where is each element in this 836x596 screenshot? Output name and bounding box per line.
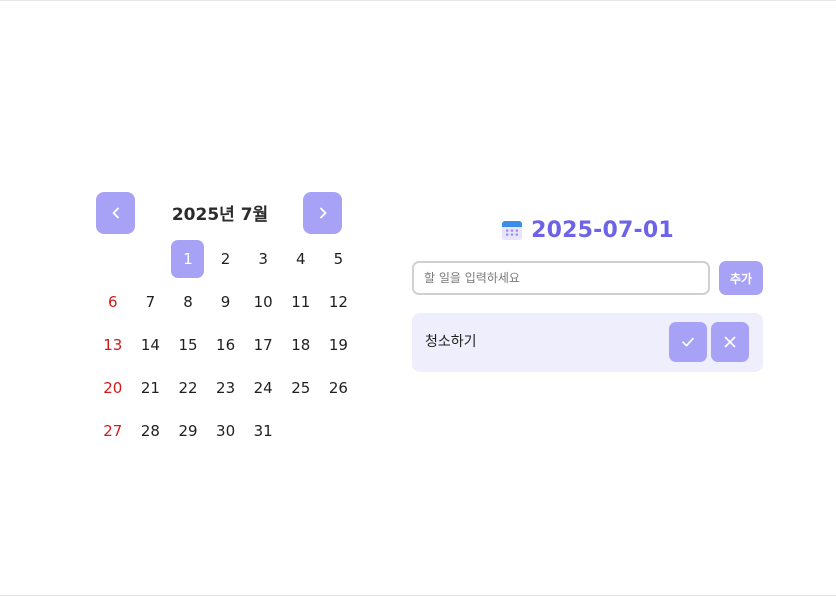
day-cell: 20: [94, 369, 132, 412]
day-number[interactable]: 22: [171, 369, 204, 407]
selected-day[interactable]: 1: [171, 240, 205, 278]
day-number[interactable]: 19: [322, 326, 355, 364]
day-number[interactable]: 5: [322, 240, 355, 278]
day-cell: 13: [94, 326, 132, 369]
day-cell: 26: [320, 369, 358, 412]
day-cell: 5: [320, 240, 358, 283]
day-cell: 7: [132, 283, 170, 326]
chevron-right-icon: [319, 207, 326, 219]
day-number[interactable]: 31: [247, 412, 280, 450]
day-cell: 16: [207, 326, 245, 369]
day-cell: 8: [169, 283, 207, 326]
day-number[interactable]: 27: [96, 412, 129, 450]
day-number[interactable]: 15: [171, 326, 204, 364]
day-cell: 1: [169, 240, 207, 283]
calendar-grid: 1 2 3 4 5 6 7 8 9 10 11 12 13 14 15 16 17 18 19 20 21 22 23 24 2…: [94, 240, 358, 455]
day-cell: 4: [282, 240, 320, 283]
day-cell: 28: [132, 412, 170, 455]
day-number[interactable]: 29: [171, 412, 204, 450]
day-cell: 19: [320, 326, 358, 369]
calendar-icon: [502, 221, 523, 240]
day-number[interactable]: 17: [247, 326, 280, 364]
todo-input[interactable]: [412, 261, 710, 295]
day-number[interactable]: 25: [284, 369, 317, 407]
day-cell: 25: [282, 369, 320, 412]
add-button[interactable]: 추가: [719, 261, 763, 295]
empty-day-cell: [94, 240, 132, 283]
day-number[interactable]: 24: [247, 369, 280, 407]
day-cell: 31: [244, 412, 282, 455]
day-number[interactable]: 26: [322, 369, 355, 407]
day-number[interactable]: 21: [134, 369, 167, 407]
day-number[interactable]: 6: [96, 283, 129, 321]
day-cell: 15: [169, 326, 207, 369]
chevron-left-icon: [112, 207, 119, 219]
day-cell: 9: [207, 283, 245, 326]
prev-month-button[interactable]: [96, 192, 135, 234]
day-cell: 2: [207, 240, 245, 283]
day-cell: 6: [94, 283, 132, 326]
next-month-button[interactable]: [303, 192, 342, 234]
day-cell: 17: [244, 326, 282, 369]
day-number[interactable]: 3: [247, 240, 280, 278]
delete-button[interactable]: [711, 322, 749, 362]
day-number[interactable]: 20: [96, 369, 129, 407]
day-number[interactable]: 2: [209, 240, 242, 278]
day-cell: 29: [169, 412, 207, 455]
month-title: 2025년 7월: [171, 205, 269, 225]
todo-item: 청소하기: [412, 313, 763, 372]
day-number[interactable]: 9: [209, 283, 242, 321]
check-icon: [682, 337, 694, 347]
date-heading: 2025-07-01: [412, 214, 763, 246]
day-number[interactable]: 23: [209, 369, 242, 407]
day-number[interactable]: 18: [284, 326, 317, 364]
day-number[interactable]: 12: [322, 283, 355, 321]
day-cell: 14: [132, 326, 170, 369]
todo-panel: 2025-07-01 추가 청소하기: [412, 214, 763, 372]
day-number[interactable]: 10: [247, 283, 280, 321]
day-number[interactable]: 16: [209, 326, 242, 364]
day-number[interactable]: 11: [284, 283, 317, 321]
empty-day-cell: [132, 240, 170, 283]
day-number[interactable]: 28: [134, 412, 167, 450]
day-cell: 22: [169, 369, 207, 412]
day-cell: 21: [132, 369, 170, 412]
day-number[interactable]: 7: [134, 283, 167, 321]
todo-input-row: 추가: [412, 261, 763, 295]
calendar: 2025년 7월 1 2 3 4 5 6 7 8 9 10 11 12 13 14 15 16 17 18 19 20…: [94, 192, 358, 440]
day-cell: 18: [282, 326, 320, 369]
day-number[interactable]: 8: [171, 283, 204, 321]
day-cell: 30: [207, 412, 245, 455]
day-cell: 23: [207, 369, 245, 412]
complete-button[interactable]: [669, 322, 707, 362]
close-icon: [724, 336, 736, 348]
todo-list: 청소하기: [412, 313, 763, 372]
todo-item-text: 청소하기: [425, 334, 477, 350]
calendar-header: 2025년 7월: [94, 192, 358, 234]
day-number[interactable]: 13: [96, 326, 129, 364]
day-cell: 11: [282, 283, 320, 326]
day-cell: 27: [94, 412, 132, 455]
day-cell: 24: [244, 369, 282, 412]
day-number[interactable]: 30: [209, 412, 242, 450]
selected-date: 2025-07-01: [531, 217, 674, 243]
day-cell: 10: [244, 283, 282, 326]
day-cell: 12: [320, 283, 358, 326]
top-border: [0, 0, 836, 1]
day-number[interactable]: 14: [134, 326, 167, 364]
day-cell: 3: [244, 240, 282, 283]
day-number[interactable]: 4: [284, 240, 317, 278]
